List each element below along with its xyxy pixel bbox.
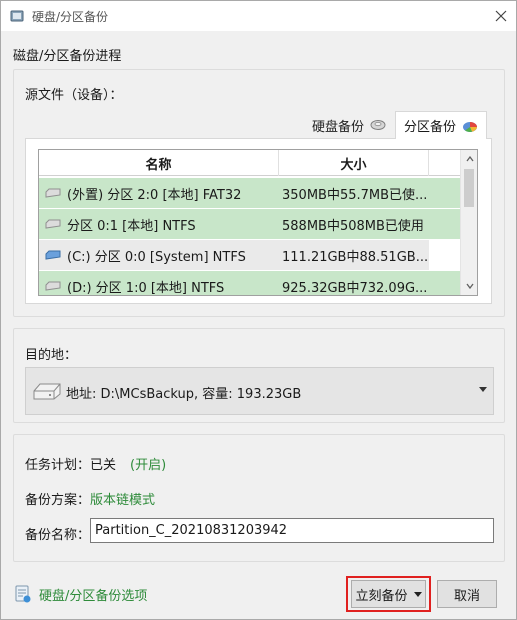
partition-name: (C:) 分区 0:0 [System] NTFS — [67, 249, 246, 265]
partition-size: 111.21GB中88.51GB... — [282, 249, 429, 265]
destination-selector[interactable]: 地址: D:\MCsBackup, 容量: 193.23GB — [25, 367, 494, 415]
table-row[interactable]: (C:) 分区 0:0 [System] NTFS 111.21GB中88.51… — [39, 240, 429, 270]
partition-table: 名称 大小 (外置) 分区 2:0 [本地] FAT32 350MB中55.7M… — [38, 149, 478, 296]
chevron-down-icon — [465, 283, 474, 289]
partition-name: (D:) 分区 1:0 [本地] NTFS — [67, 280, 225, 296]
backup-dialog: 硬盘/分区备份 磁盘/分区备份进程 源文件（设备）： 硬盘备份 分区备份 名称 — [0, 0, 517, 620]
drive-icon — [45, 281, 61, 291]
backup-name-input[interactable] — [90, 518, 494, 543]
source-label: 源文件（设备）： — [25, 88, 123, 103]
scroll-down-button[interactable] — [461, 278, 477, 294]
destination-label: 目的地： — [25, 348, 78, 363]
scroll-thumb[interactable] — [464, 169, 474, 207]
tab-disk-backup[interactable]: 硬盘备份 — [304, 112, 394, 138]
backup-name-label: 备份名称： — [25, 528, 91, 543]
drive-icon — [45, 188, 61, 198]
dropdown-arrow-icon — [479, 387, 487, 392]
partition-name-cell: (D:) 分区 1:0 [本地] NTFS — [45, 271, 225, 296]
partition-name: (外置) 分区 2:0 [本地] FAT32 — [67, 187, 242, 203]
table-header: 名称 大小 — [39, 150, 460, 176]
options-document-icon — [15, 585, 31, 603]
column-header-name[interactable]: 名称 — [39, 150, 279, 176]
app-icon — [10, 10, 24, 22]
destination-value: 地址: D:\MCsBackup, 容量: 193.23GB — [66, 387, 302, 402]
backup-now-button[interactable]: 立刻备份 — [351, 580, 426, 608]
partition-name-cell: 分区 0:1 [本地] NTFS — [45, 209, 196, 239]
tab-label: 分区备份 — [404, 120, 457, 135]
table-row[interactable]: (外置) 分区 2:0 [本地] FAT32 350MB中55.7MB已使... — [39, 178, 460, 208]
close-icon — [495, 10, 507, 22]
tab-partition-backup[interactable]: 分区备份 — [395, 111, 488, 139]
partition-name: 分区 0:1 [本地] NTFS — [67, 218, 196, 234]
table-row[interactable]: 分区 0:1 [本地] NTFS 588MB中508MB已使用 — [39, 209, 460, 239]
backup-now-label: 立刻备份 — [355, 588, 408, 604]
schedule-enable-link[interactable]: (开启) — [130, 454, 166, 473]
window-title: 硬盘/分区备份 — [32, 10, 109, 24]
chevron-up-icon — [465, 156, 474, 162]
table-row[interactable]: (D:) 分区 1:0 [本地] NTFS 925.32GB中732.09G..… — [39, 271, 460, 296]
scheme-label: 备份方案： — [25, 493, 91, 508]
backup-options-label: 硬盘/分区备份选项 — [39, 588, 148, 604]
table-scrollbar[interactable] — [460, 150, 477, 295]
drive-icon — [33, 383, 61, 400]
system-drive-icon — [45, 250, 61, 260]
schedule-status: 已关 — [90, 458, 117, 473]
partition-size: 588MB中508MB已使用 — [282, 218, 424, 234]
caret-down-icon — [413, 591, 422, 597]
partition-name-cell: (C:) 分区 0:0 [System] NTFS — [45, 240, 246, 270]
drive-icon — [45, 219, 61, 229]
scroll-up-button[interactable] — [461, 151, 477, 167]
hard-disk-icon — [370, 120, 386, 130]
partition-name-cell: (外置) 分区 2:0 [本地] FAT32 — [45, 178, 241, 208]
cancel-button[interactable]: 取消 — [437, 580, 497, 608]
scheme-link[interactable]: 版本链模式 — [90, 489, 155, 508]
partition-size: 350MB中55.7MB已使... — [282, 187, 428, 203]
close-button[interactable] — [486, 1, 516, 31]
tab-label: 硬盘备份 — [312, 119, 365, 135]
column-header-size[interactable]: 大小 — [279, 150, 429, 176]
title-bar: 硬盘/分区备份 — [1, 1, 516, 31]
backup-options-link[interactable]: 硬盘/分区备份选项 — [13, 584, 147, 604]
partition-size: 925.32GB中732.09G... — [282, 280, 428, 296]
section-heading: 磁盘/分区备份进程 — [13, 49, 122, 64]
partition-pie-icon — [463, 121, 478, 132]
schedule-label: 任务计划： — [25, 458, 91, 473]
